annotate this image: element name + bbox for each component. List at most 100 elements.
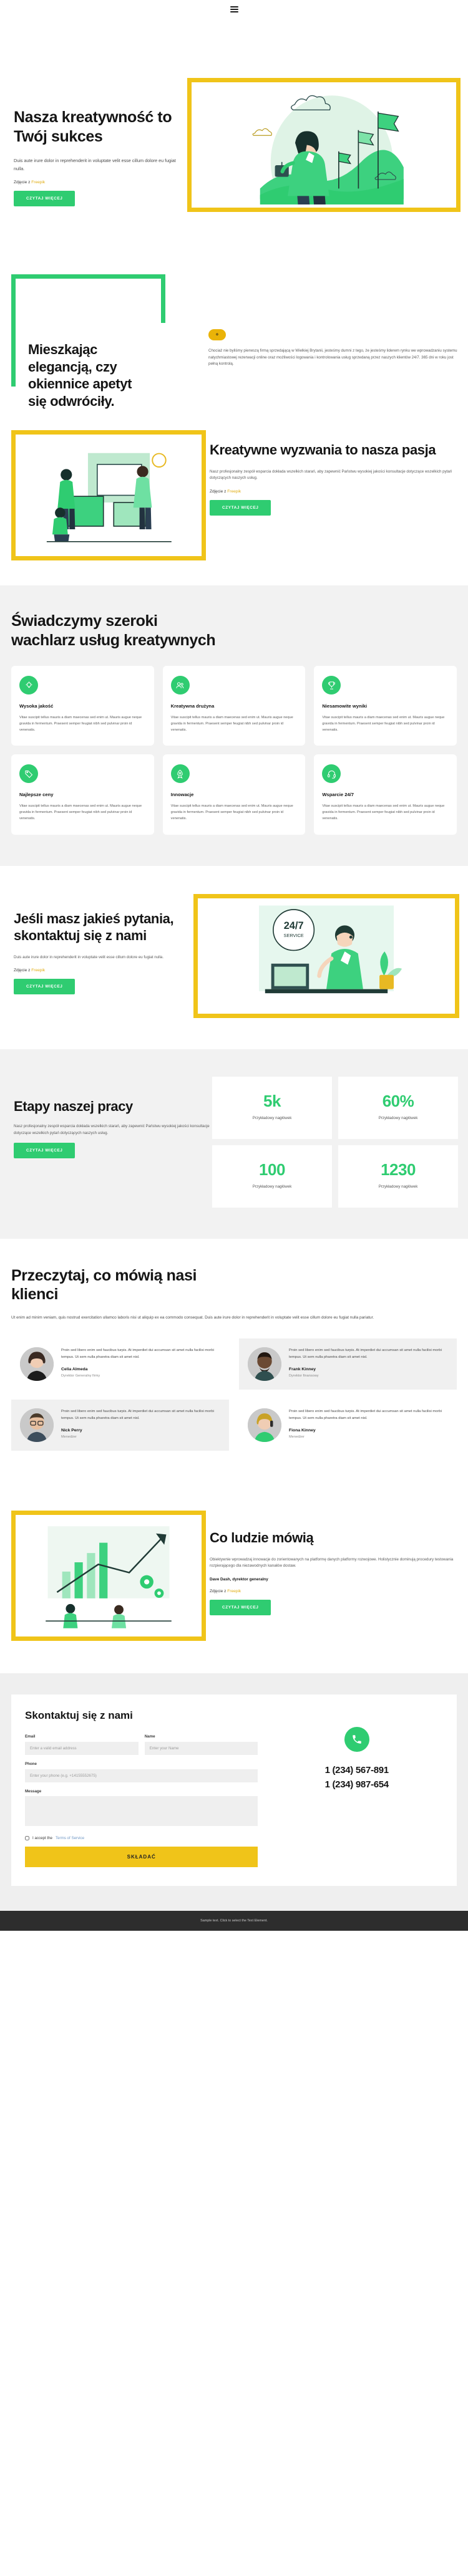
stages-text-column: Etapy naszej pracy Nasz profesjonalny ze…	[0, 1077, 212, 1159]
testimonial-quote: Proin sed libero enim sed faucibus turpi…	[61, 1348, 214, 1359]
testimonial-role: Dyrektor Generalny firmy	[61, 1373, 100, 1378]
challenges-title: Kreatywne wyzwania to nasza pasja	[210, 442, 436, 458]
stages-cta-button[interactable]: CZYTAJ WIĘCEJ	[14, 1143, 76, 1159]
stages-title: Etapy naszej pracy	[14, 1098, 133, 1114]
lightbulb-icon	[19, 676, 38, 694]
testimonial-body: Proin sed libero enim sed faucibus turpi…	[289, 1408, 448, 1439]
burger-line	[230, 6, 238, 7]
service-card[interactable]: Innowacje Vitae suscipit tellus mauris a…	[162, 754, 306, 835]
phone-field[interactable]	[25, 1769, 258, 1783]
hero-illustration-frame	[187, 78, 461, 229]
stat-card: 100 Przykładowy nagłówek	[212, 1145, 332, 1208]
burger-line	[230, 11, 238, 12]
service-card[interactable]: Kreatywna drużyna Vitae suscipit tellus …	[162, 666, 306, 746]
name-field[interactable]	[144, 1742, 258, 1756]
burger-line	[230, 9, 238, 10]
phone-icon	[344, 1727, 369, 1752]
submit-button[interactable]: SKŁADAĆ	[25, 1847, 258, 1868]
hero-section: Nasza kreatywność to Twój sukces Duis au…	[0, 19, 468, 249]
challenges-illustration-column	[0, 430, 206, 560]
quote-cta-button[interactable]: CZYTAJ WIĘCEJ	[210, 1599, 271, 1615]
testimonial-card: Proin sed libero enim sed faucibus turpi…	[11, 1338, 229, 1390]
elegance-badge: o	[208, 329, 226, 340]
terms-checkbox[interactable]	[25, 1836, 29, 1841]
service-card[interactable]: Wsparcie 24/7 Vitae suscipit tellus maur…	[314, 754, 457, 835]
svg-text:24/7: 24/7	[284, 920, 304, 931]
hero-credit-link[interactable]: Freepik	[31, 180, 45, 185]
phone-number-2[interactable]: 1 (234) 987-654	[270, 1777, 443, 1792]
testimonial-body: Proin sed libero enim sed faucibus turpi…	[61, 1408, 220, 1439]
message-field[interactable]	[25, 1796, 258, 1827]
stat-label: Przykładowy nagłówek	[378, 1184, 418, 1189]
phone-field-group: Phone	[25, 1762, 258, 1783]
service-card[interactable]: Wysoka jakość Vitae suscipit tellus maur…	[11, 666, 154, 746]
questions-text-column: Jeśli masz jakieś pytania, skontaktuj si…	[0, 894, 193, 995]
stat-value: 60%	[382, 1091, 414, 1110]
testimonial-card: Proin sed libero enim sed faucibus turpi…	[239, 1400, 457, 1451]
service-card-text: Vitae suscipit tellus mauris a diam maec…	[322, 716, 445, 732]
questions-credit: Zdjęcie z Freepik	[14, 968, 193, 973]
quote-credit-link[interactable]: Freepik	[227, 1589, 241, 1593]
questions-body: Duis aute irure dolor in reprehenderit i…	[14, 954, 164, 959]
services-title: Świadczymy szeroki wachlarz usług kreaty…	[11, 612, 216, 649]
terms-of-service-link[interactable]: Terms of Service	[56, 1836, 84, 1840]
questions-illustration-column: 24/7 SERVICE	[193, 893, 468, 1018]
stat-label: Przykładowy nagłówek	[252, 1115, 292, 1120]
phone-number-1[interactable]: 1 (234) 567-891	[270, 1763, 443, 1777]
services-grid: Wysoka jakość Vitae suscipit tellus maur…	[11, 666, 457, 835]
contact-form: Skontaktuj się z nami Email Name Phone M…	[25, 1709, 258, 1868]
questions-illustration-frame: 24/7 SERVICE	[193, 893, 459, 1018]
stat-card: 1230 Przykładowy nagłówek	[338, 1145, 458, 1208]
footer: Sample text. Click to select the Text El…	[0, 1911, 468, 1931]
service-card-text: Vitae suscipit tellus mauris a diam maec…	[19, 804, 142, 820]
support-agent-247-illustration: 24/7 SERVICE	[250, 898, 403, 1011]
quote-illustration-column	[0, 1511, 206, 1641]
questions-section: Jeśli masz jakieś pytania, skontaktuj si…	[0, 865, 468, 1049]
contact-section: Skontaktuj się z nami Email Name Phone M…	[0, 1673, 468, 1911]
footer-text: Sample text. Click to select the Text El…	[200, 1919, 268, 1923]
top-bar	[0, 0, 468, 19]
hero-cta-button[interactable]: CZYTAJ WIĘCEJ	[14, 191, 76, 207]
stat-card: 60% Przykładowy nagłówek	[338, 1076, 458, 1139]
challenges-cta-button[interactable]: CZYTAJ WIĘCEJ	[210, 499, 271, 516]
terms-consent-row: I accept the Terms of Service	[25, 1836, 258, 1841]
testimonial-body: Proin sed libero enim sed faucibus turpi…	[289, 1347, 448, 1378]
questions-credit-link[interactable]: Freepik	[31, 968, 45, 973]
testimonials-section: Przeczytaj, co mówią nasi klienci Ut eni…	[0, 1238, 468, 1484]
stat-label: Przykładowy nagłówek	[252, 1184, 292, 1189]
message-field-group: Message	[25, 1789, 258, 1829]
questions-credit-prefix: Zdjęcie z	[14, 968, 32, 973]
avatar	[20, 1408, 54, 1443]
stat-label: Przykładowy nagłówek	[378, 1115, 418, 1120]
hero-title: Nasza kreatywność to Twój sukces	[14, 108, 172, 145]
challenges-credit-link[interactable]: Freepik	[227, 489, 241, 494]
challenges-illustration-frame	[11, 430, 206, 560]
testimonial-role: Menedżer	[61, 1435, 77, 1439]
service-card[interactable]: Niesamowite wyniki Vitae suscipit tellus…	[314, 666, 457, 746]
questions-title: Jeśli masz jakieś pytania, skontaktuj si…	[14, 910, 174, 944]
headset-icon	[322, 764, 341, 784]
stat-card: 5k Przykładowy nagłówek	[212, 1076, 332, 1139]
testimonial-role: Menedżer	[289, 1435, 305, 1439]
testimonial-quote: Proin sed libero enim sed faucibus turpi…	[289, 1410, 442, 1420]
businessman-flags-illustration	[244, 82, 404, 229]
questions-cta-button[interactable]: CZYTAJ WIĘCEJ	[14, 979, 76, 995]
users-icon	[170, 676, 190, 694]
rocket-icon	[170, 764, 190, 784]
email-field[interactable]	[25, 1742, 139, 1756]
quote-title: Co ludzie mówią	[210, 1530, 314, 1546]
service-card-text: Vitae suscipit tellus mauris a diam maec…	[170, 716, 293, 732]
testimonial-card: Proin sed libero enim sed faucibus turpi…	[11, 1400, 229, 1451]
phone-label: Phone	[25, 1762, 37, 1767]
quote-author: Dave Dash, dyrektor generalny	[210, 1577, 268, 1582]
service-card-title: Innowacje	[170, 792, 194, 798]
hamburger-menu-icon[interactable]	[230, 6, 238, 12]
quote-illustration-frame	[11, 1511, 206, 1641]
challenges-credit: Zdjęcie z Freepik	[210, 489, 458, 494]
message-label: Message	[25, 1789, 42, 1794]
service-card[interactable]: Najlepsze ceny Vitae suscipit tellus mau…	[11, 754, 154, 835]
avatar	[248, 1408, 281, 1443]
elegance-body: Chociaż nie byliśmy pierwszą firmą sprze…	[208, 348, 457, 367]
challenges-credit-prefix: Zdjęcie z	[210, 489, 228, 494]
avatar	[248, 1347, 281, 1382]
